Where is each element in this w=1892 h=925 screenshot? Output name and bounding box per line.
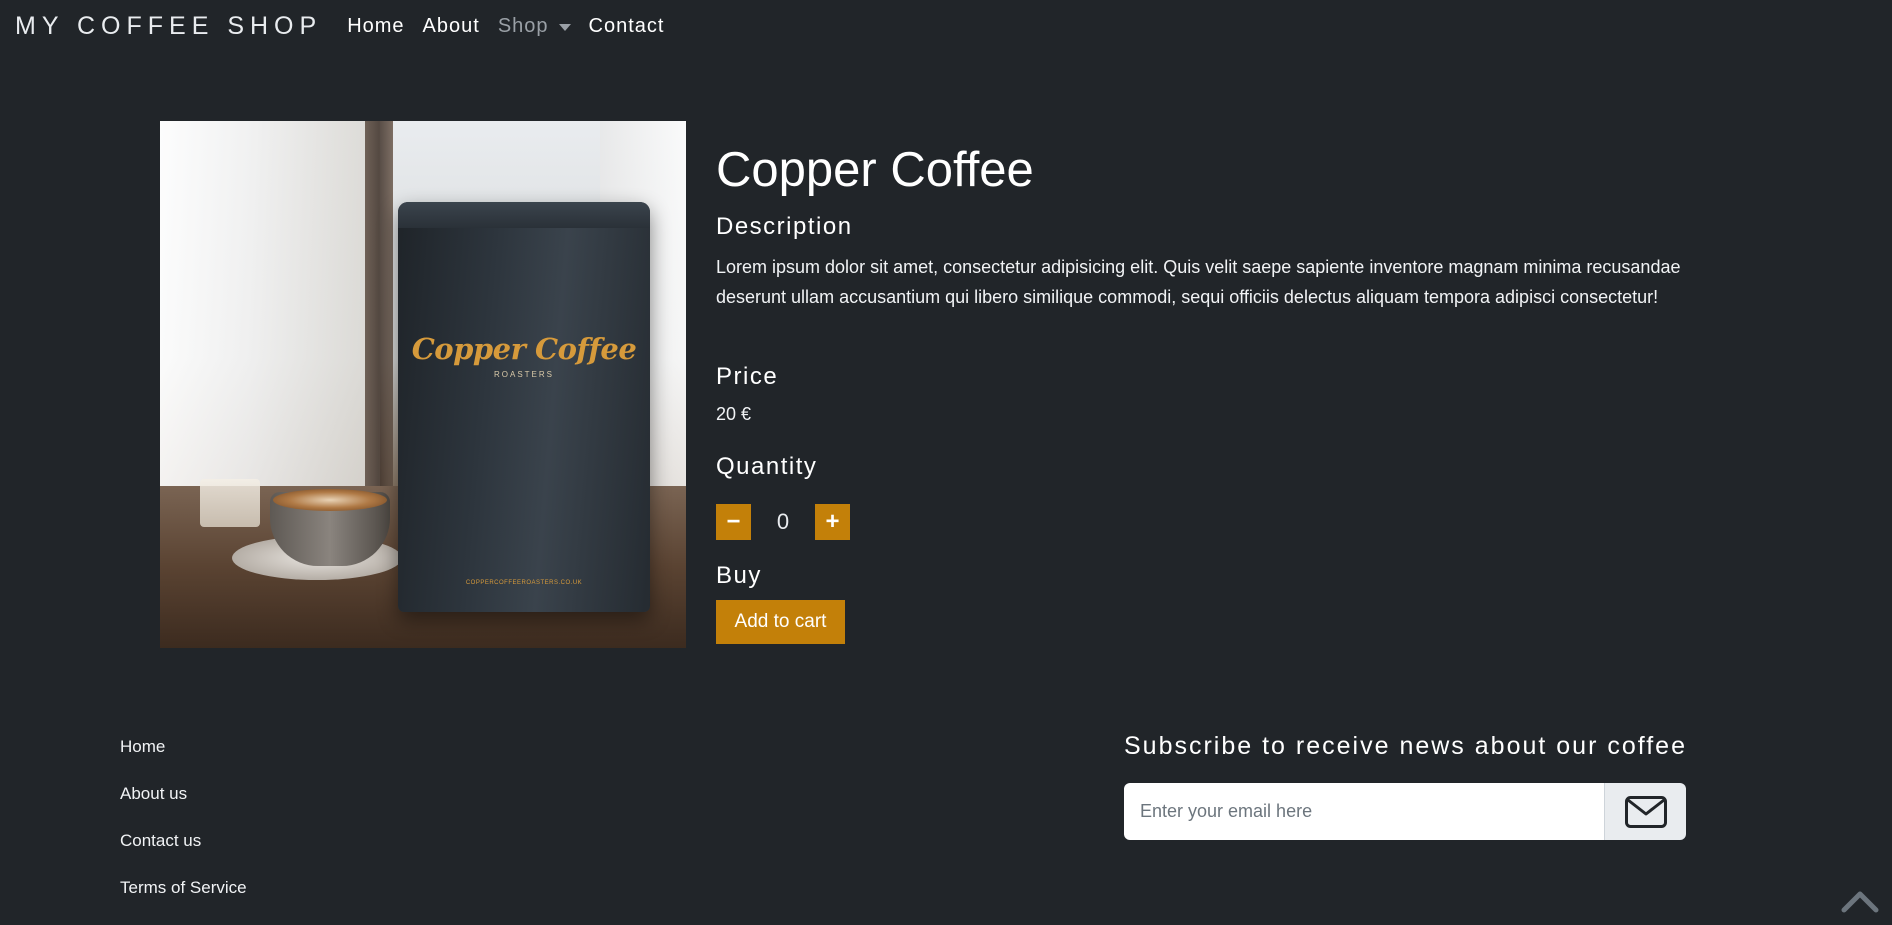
product-image: Copper Coffee ROASTERS COPPERCOFFEEROAST…: [160, 121, 686, 648]
email-input[interactable]: [1124, 783, 1604, 840]
bag-url: COPPERCOFFEEROASTERS.CO.UK: [465, 580, 583, 586]
back-to-top-button[interactable]: [1840, 884, 1880, 914]
description-heading: Description: [716, 213, 853, 240]
buy-heading: Buy: [716, 562, 762, 589]
envelope-icon: [1624, 795, 1667, 828]
footer-links: Home About us Contact us Terms of Servic…: [120, 737, 247, 925]
chevron-up-icon: [1841, 891, 1879, 913]
subscribe-heading: Subscribe to receive news about our coff…: [1124, 732, 1687, 760]
bag-seal: [398, 202, 650, 228]
minus-icon: −: [726, 508, 741, 535]
footer-link-contact[interactable]: Contact us: [120, 831, 247, 878]
quantity-stepper: − 0 +: [716, 504, 850, 540]
image-latte-art: [273, 489, 387, 511]
increment-button[interactable]: +: [815, 504, 850, 540]
subscribe-form: [1124, 783, 1686, 840]
nav-link-about[interactable]: About: [414, 15, 489, 38]
image-window-light: [160, 121, 380, 521]
price-heading: Price: [716, 363, 779, 390]
quantity-value: 0: [776, 509, 790, 534]
product-title: Copper Coffee: [716, 143, 1034, 197]
footer-link-terms[interactable]: Terms of Service: [120, 878, 247, 925]
navbar: MY COFFEE SHOP Home About Shop Contact: [0, 0, 1892, 52]
bag-subtitle: ROASTERS: [493, 370, 554, 379]
bag-logo: Copper Coffee: [411, 332, 637, 366]
nav-dropdown-shop[interactable]: Shop: [489, 15, 580, 38]
brand-logo[interactable]: MY COFFEE SHOP: [15, 12, 322, 41]
product-price: 20 €: [716, 404, 752, 424]
quantity-heading: Quantity: [716, 453, 818, 480]
image-coffee-bag: Copper Coffee ROASTERS COPPERCOFFEEROAST…: [398, 202, 650, 612]
image-dessert: [200, 479, 260, 527]
decrement-button[interactable]: −: [716, 504, 751, 540]
subscribe-button[interactable]: [1604, 783, 1686, 840]
nav-link-shop-label: Shop: [497, 14, 549, 37]
footer-link-about[interactable]: About us: [120, 784, 247, 831]
add-to-cart-button[interactable]: Add to cart: [716, 600, 845, 644]
plus-icon: +: [825, 508, 840, 535]
nav-link-home[interactable]: Home: [338, 15, 413, 38]
nav-link-contact[interactable]: Contact: [580, 15, 674, 38]
caret-down-icon: [558, 23, 571, 31]
product-description: Lorem ipsum dolor sit amet, consectetur …: [716, 257, 1681, 307]
footer-link-home[interactable]: Home: [120, 737, 247, 784]
